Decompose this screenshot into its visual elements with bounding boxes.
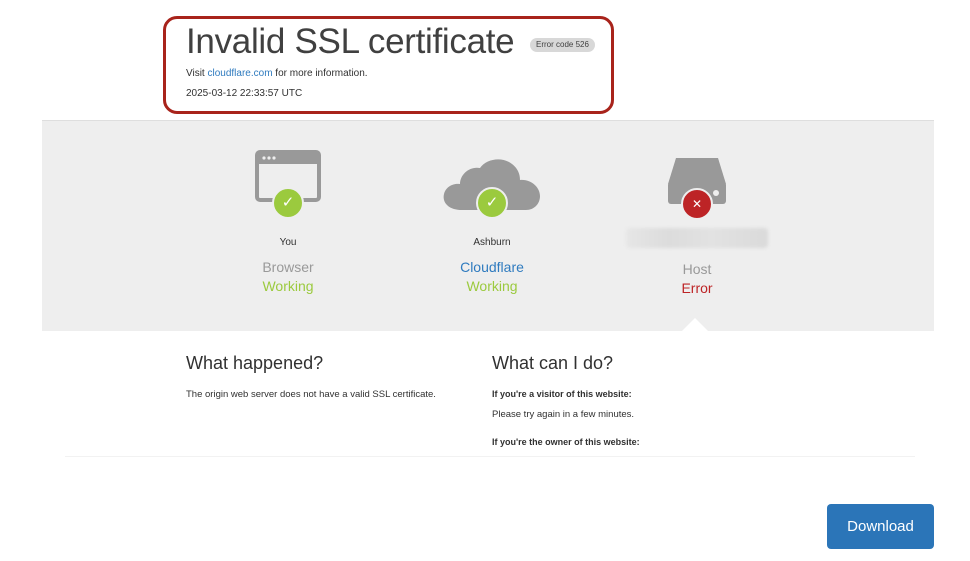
check-icon: ✓ (272, 187, 304, 219)
error-code-badge: Error code 526 (530, 38, 595, 52)
download-button[interactable]: Download (827, 504, 934, 549)
what-can-i-do-section: What can I do? If you're a visitor of th… (492, 352, 792, 448)
what-happened-section: What happened? The origin web server doe… (186, 352, 476, 401)
what-happened-text: The origin web server does not have a va… (186, 389, 436, 400)
node-status: Working (262, 278, 314, 294)
page-title: Invalid SSL certificate (186, 22, 515, 61)
visit-line: Visit cloudflare.com for more informatio… (186, 68, 368, 79)
visitor-heading: If you're a visitor of this website: (492, 389, 632, 399)
visit-suffix: for more information. (272, 68, 368, 79)
location-label: You (279, 237, 297, 248)
status-pointer (682, 318, 708, 331)
what-can-i-do-heading: What can I do? (492, 353, 614, 373)
node-status: Error (681, 280, 713, 296)
check-icon: ✓ (476, 187, 508, 219)
status-node-host: ✕ Host Error (597, 150, 797, 298)
cloudflare-link[interactable]: cloudflare.com (208, 68, 273, 79)
status-node-cloudflare: ✓ Ashburn Cloudflare Working (392, 150, 592, 296)
timestamp: 2025-03-12 22:33:57 UTC (186, 88, 303, 99)
error-page: Invalid SSL certificate Error code 526 V… (0, 0, 970, 561)
what-happened-heading: What happened? (186, 353, 324, 373)
status-node-browser: ✓ You Browser Working (188, 150, 388, 296)
visit-prefix: Visit (186, 68, 208, 79)
node-status: Working (466, 278, 518, 294)
redacted-host-location (626, 228, 768, 248)
location-label: Ashburn (473, 237, 511, 248)
error-x-icon: ✕ (681, 188, 713, 220)
divider (65, 456, 915, 457)
node-name: Browser (262, 259, 314, 275)
visitor-text: Please try again in a few minutes. (492, 409, 635, 420)
cloudflare-node-link[interactable]: Cloudflare (392, 258, 592, 276)
owner-heading: If you're the owner of this website: (492, 437, 640, 447)
node-name: Host (682, 261, 712, 277)
